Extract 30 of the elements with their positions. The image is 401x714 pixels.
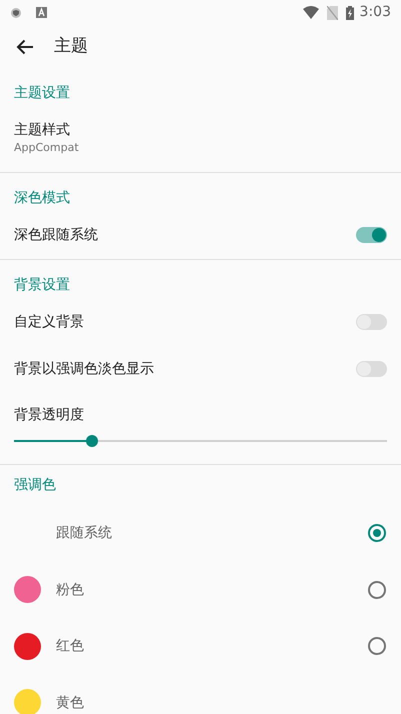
setting-title: 背景透明度 — [14, 406, 85, 425]
toggle-switch[interactable] — [356, 360, 387, 376]
screen-title: 主题 — [54, 34, 88, 58]
toggle-switch[interactable] — [356, 314, 387, 330]
back-arrow-icon[interactable] — [16, 38, 34, 54]
setting-title[interactable]: 主题样式 — [14, 120, 387, 140]
slider-thumb[interactable] — [86, 435, 98, 447]
color-name: 粉色 — [56, 580, 85, 600]
radio-button[interactable] — [368, 580, 386, 599]
wifi-icon — [302, 6, 319, 19]
setting-title: 自定义背景 — [14, 312, 85, 332]
keyboard-icon — [36, 7, 47, 18]
setting-summary: AppCompat — [14, 140, 80, 156]
color-name: 黄色 — [56, 694, 85, 713]
section-header: 强调色 — [14, 476, 56, 494]
setting-title: 深色跟随系统 — [14, 226, 99, 245]
setting-title: 背景以强调色淡色显示 — [14, 360, 155, 378]
radio-button[interactable] — [368, 524, 386, 542]
color-name: 跟随系统 — [56, 524, 113, 544]
shield-icon — [10, 6, 22, 18]
section-header: 深色模式 — [14, 188, 70, 208]
color-name: 红色 — [56, 637, 85, 656]
slider[interactable] — [14, 435, 387, 447]
radio-button[interactable] — [368, 637, 386, 656]
section-header: 主题设置 — [14, 84, 70, 102]
toggle-switch[interactable] — [356, 227, 387, 243]
status-time: 3:03 — [360, 3, 391, 22]
no-sim-icon — [326, 6, 338, 20]
battery-icon — [346, 6, 354, 20]
section-header: 背景设置 — [14, 276, 70, 294]
